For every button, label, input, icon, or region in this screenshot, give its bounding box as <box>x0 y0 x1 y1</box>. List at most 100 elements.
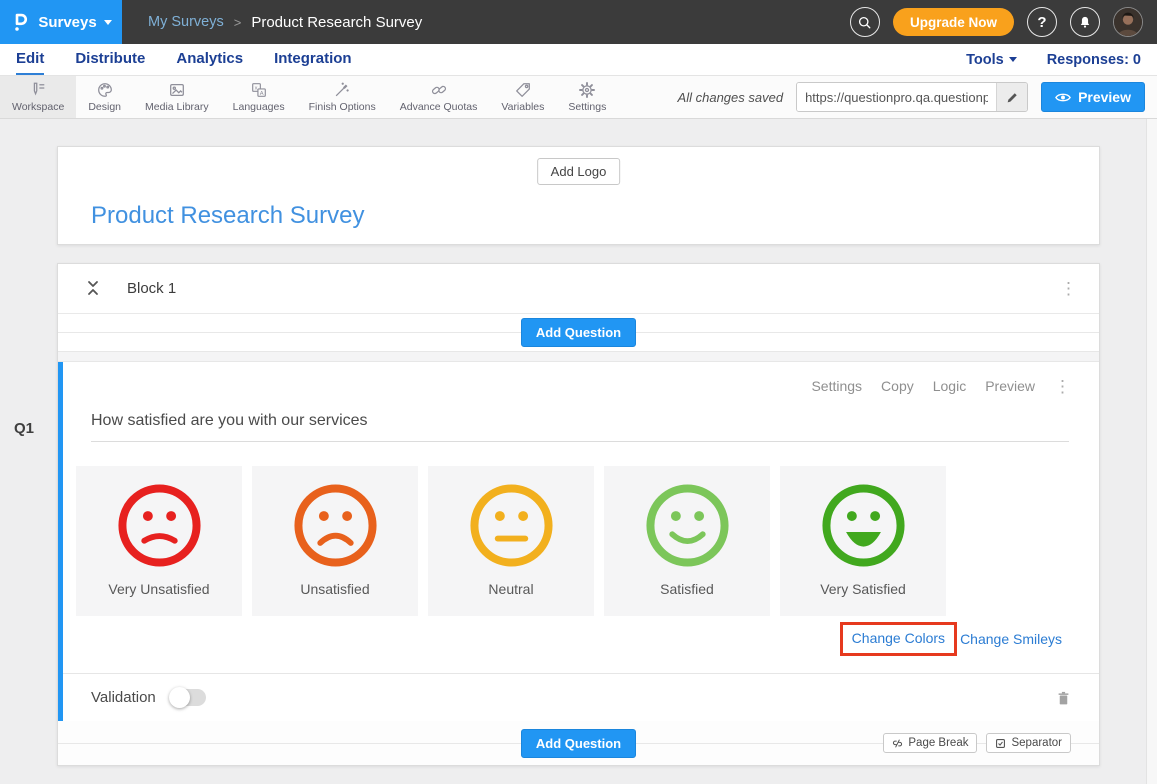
change-colors-link[interactable]: Change Colors <box>852 630 945 646</box>
page-break-label: Page Break <box>908 737 968 749</box>
smiley-option-3[interactable]: Neutral <box>428 466 594 616</box>
page-break-button[interactable]: Page Break <box>883 733 977 753</box>
survey-title[interactable]: Product Research Survey <box>91 202 364 230</box>
palette-icon <box>96 81 114 99</box>
toolbar-item-settings[interactable]: Settings <box>556 76 618 118</box>
toolbar-label: Design <box>88 101 121 113</box>
unsatisfied-smiley-icon <box>289 479 382 572</box>
question-copy-link[interactable]: Copy <box>881 378 914 394</box>
questionpro-logo-icon <box>10 11 31 33</box>
section-tabs: Edit Distribute Analytics Integration To… <box>0 44 1157 76</box>
svg-text:x: x <box>254 85 257 91</box>
broken-link-icon <box>892 738 903 749</box>
toolbar-item-media-library[interactable]: Media Library <box>133 76 221 118</box>
workspace-icon <box>29 81 47 99</box>
top-navbar: Surveys My Surveys > Product Research Su… <box>0 0 1157 44</box>
search-button[interactable] <box>850 7 880 37</box>
toolbar-item-finish-options[interactable]: Finish Options <box>297 76 388 118</box>
preview-label: Preview <box>1078 89 1131 105</box>
neutral-smiley-icon <box>465 479 558 572</box>
edit-url-button[interactable] <box>996 83 1027 111</box>
add-question-button-bottom[interactable]: Add Question <box>521 729 636 758</box>
question-settings-link[interactable]: Settings <box>811 378 862 394</box>
separator-button[interactable]: Separator <box>986 733 1071 753</box>
smiley-option-1[interactable]: Very Unsatisfied <box>76 466 242 616</box>
smiley-options-row: Very Unsatisfied Unsatisfied <box>76 466 946 616</box>
chain-icon <box>430 81 448 99</box>
breadcrumb-separator: > <box>234 15 242 30</box>
toggle-knob <box>169 687 190 708</box>
change-smileys-link[interactable]: Change Smileys <box>960 631 1062 647</box>
toolbar-label: Languages <box>233 101 285 113</box>
toolbar-item-advance-quotas[interactable]: Advance Quotas <box>388 76 490 118</box>
svg-text:A: A <box>259 91 263 97</box>
tag-icon <box>514 81 532 99</box>
product-menu-label: Surveys <box>38 14 96 31</box>
block-footer: Add Question Page Break <box>58 721 1099 765</box>
user-avatar[interactable] <box>1113 7 1143 37</box>
question-card: Settings Copy Logic Preview ⋮ How satisf… <box>58 362 1099 722</box>
translate-icon: x A <box>250 81 268 99</box>
smiley-option-label: Very Unsatisfied <box>108 581 209 597</box>
image-icon <box>168 81 186 99</box>
preview-button[interactable]: Preview <box>1041 82 1145 112</box>
toolbar-label: Variables <box>501 101 544 113</box>
responses-count-link[interactable]: Responses: 0 <box>1047 52 1141 68</box>
product-menu[interactable]: Surveys <box>0 0 122 44</box>
toolbar-item-workspace[interactable]: Workspace <box>0 76 76 118</box>
smiley-option-4[interactable]: Satisfied <box>604 466 770 616</box>
delete-question-button[interactable] <box>1056 690 1071 706</box>
smiley-option-2[interactable]: Unsatisfied <box>252 466 418 616</box>
scrollbar-track[interactable] <box>1146 119 1157 784</box>
breadcrumb-my-surveys[interactable]: My Surveys <box>148 14 224 30</box>
toolbar-item-variables[interactable]: Variables <box>489 76 556 118</box>
add-question-button-top[interactable]: Add Question <box>521 318 636 347</box>
upgrade-now-button[interactable]: Upgrade Now <box>893 8 1014 36</box>
smiley-settings-links: Change Colors Change Smileys <box>840 622 1062 656</box>
validation-row: Validation <box>63 673 1099 721</box>
notifications-button[interactable] <box>1070 7 1100 37</box>
chevron-down-icon <box>104 20 112 25</box>
collapse-block-icon[interactable] <box>85 279 101 297</box>
very-satisfied-smiley-icon <box>817 479 910 572</box>
tools-dropdown[interactable]: Tools <box>966 52 1017 68</box>
smiley-option-5[interactable]: Very Satisfied <box>780 466 946 616</box>
editor-canvas: Q1 Add Logo Product Research Survey Bloc… <box>0 119 1157 784</box>
pencil-icon <box>1006 91 1019 104</box>
survey-url-input[interactable] <box>797 83 996 111</box>
toolbar-label: Advance Quotas <box>400 101 478 113</box>
question-mark-icon: ? <box>1037 14 1046 31</box>
add-question-row-top: Add Question <box>58 314 1099 352</box>
toolbar-label: Media Library <box>145 101 209 113</box>
add-logo-button[interactable]: Add Logo <box>537 158 621 185</box>
tab-integration[interactable]: Integration <box>274 44 352 75</box>
tab-distribute[interactable]: Distribute <box>75 44 145 75</box>
toolbar-item-languages[interactable]: x A Languages <box>221 76 297 118</box>
annotation-highlight-box: Change Colors <box>840 622 957 656</box>
question-menu-kebab-icon[interactable]: ⋮ <box>1054 378 1071 395</box>
help-button[interactable]: ? <box>1027 7 1057 37</box>
block-title[interactable]: Block 1 <box>127 280 176 297</box>
validation-toggle[interactable] <box>170 689 206 706</box>
validation-label: Validation <box>91 689 156 706</box>
eye-icon <box>1055 92 1071 103</box>
tabrow-right-cluster: Tools Responses: 0 <box>966 44 1157 75</box>
smiley-option-label: Satisfied <box>660 581 714 597</box>
tab-edit[interactable]: Edit <box>16 44 44 75</box>
chevron-down-icon <box>1009 57 1017 62</box>
question-logic-link[interactable]: Logic <box>933 378 966 394</box>
toolbar-item-design[interactable]: Design <box>76 76 133 118</box>
breadcrumb-current-survey: Product Research Survey <box>251 14 422 31</box>
tab-analytics[interactable]: Analytics <box>176 44 243 75</box>
smiley-option-label: Very Satisfied <box>820 581 906 597</box>
block-menu-kebab-icon[interactable]: ⋮ <box>1060 280 1077 297</box>
search-icon <box>857 15 872 30</box>
question-text[interactable]: How satisfied are you with our services <box>91 412 368 430</box>
breadcrumb: My Surveys > Product Research Survey <box>148 14 422 31</box>
question-preview-link[interactable]: Preview <box>985 378 1035 394</box>
survey-header-card: Add Logo Product Research Survey <box>57 146 1100 245</box>
satisfied-smiley-icon <box>641 479 734 572</box>
row-gap <box>58 352 1099 362</box>
smiley-option-label: Unsatisfied <box>300 581 369 597</box>
toolbar-label: Workspace <box>12 101 64 113</box>
